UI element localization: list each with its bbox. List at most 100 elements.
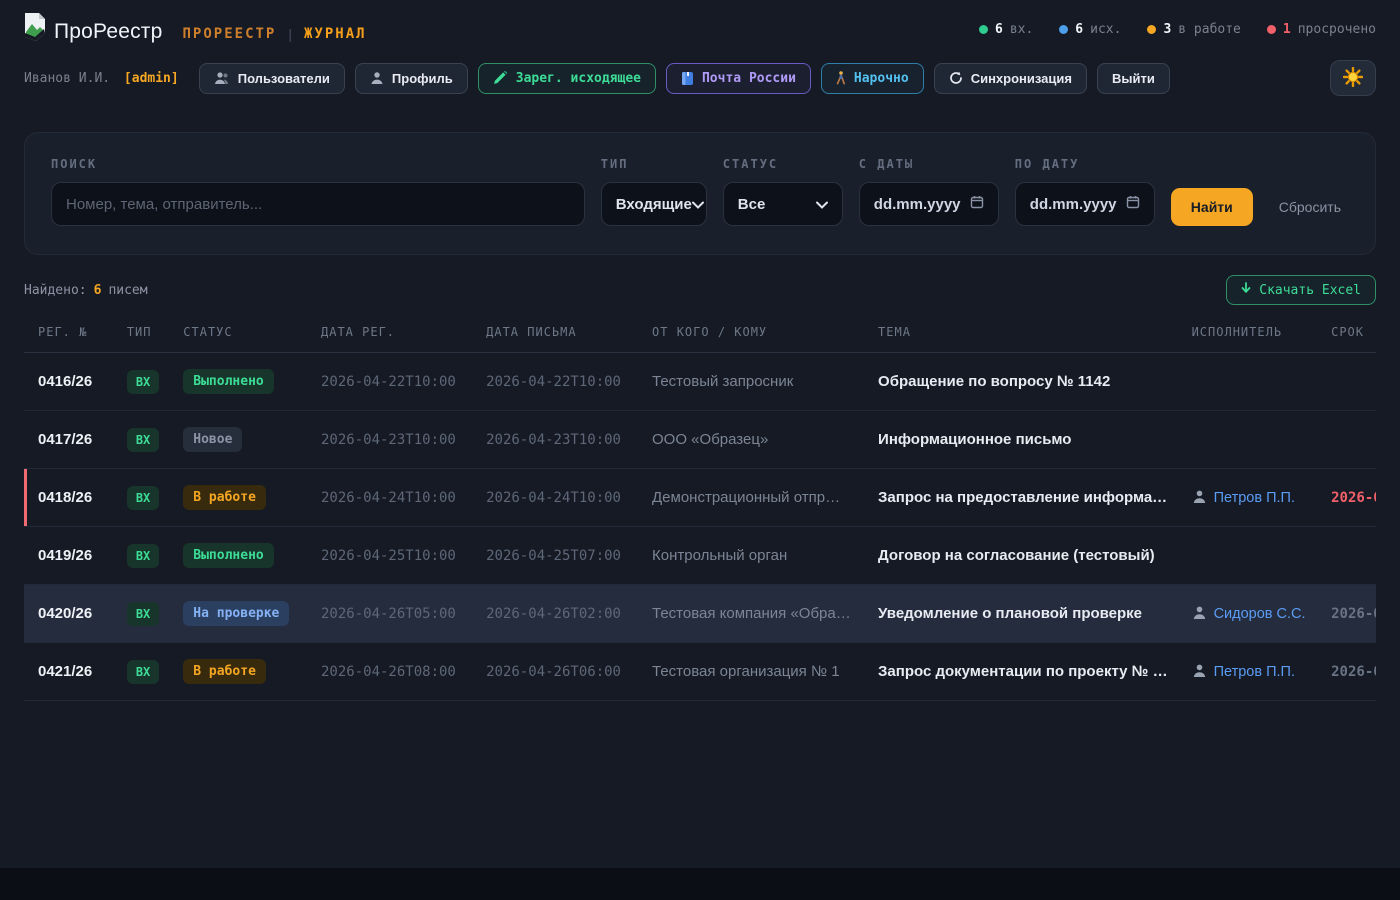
toolbar: Иванов И.И. [admin] Пользователи Профиль… [0, 50, 1400, 96]
topbar: ПроРеестр ПРОРЕЕСТР | ЖУРНАЛ 6 вх. 6 исх… [0, 0, 1400, 50]
stat-in-progress-value: 3 [1163, 22, 1171, 37]
type-badge: ВХ [127, 660, 159, 684]
stat-overdue: 1 просрочено [1267, 22, 1376, 37]
status-field: СТАТУС Все [723, 157, 843, 226]
users-icon [214, 71, 230, 85]
type-label: ТИП [601, 157, 707, 171]
search-label: ПОИСК [51, 157, 585, 171]
date-letter: 2026-04-22T10:00 [472, 353, 638, 411]
reset-button[interactable]: Сбросить [1269, 188, 1351, 226]
subject: Информационное письмо [864, 411, 1178, 469]
user-icon [370, 71, 384, 85]
from-party: Тестовый запросник [638, 353, 864, 411]
status-label: СТАТУС [723, 157, 843, 171]
russian-post-button[interactable]: Почта России [666, 63, 811, 94]
theme-toggle-button[interactable] [1330, 60, 1376, 96]
stat-in-progress-label: в работе [1178, 22, 1241, 37]
results-bar: Найдено: 6 писем Скачать Excel [24, 275, 1376, 305]
executor [1178, 353, 1318, 411]
due-date: 2026-05 [1317, 643, 1376, 701]
stat-overdue-label: просрочено [1298, 22, 1376, 37]
date-from-input[interactable]: dd.mm.yyyy [859, 182, 999, 226]
table-row[interactable]: 0416/26 ВХ Выполнено 2026-04-22T10:00 20… [24, 353, 1376, 411]
date-to-label: ПО ДАТУ [1015, 157, 1155, 171]
sync-button[interactable]: Синхронизация [934, 63, 1087, 94]
date-to-input[interactable]: dd.mm.yyyy [1015, 182, 1155, 226]
table-row-highlighted[interactable]: 0420/26 ВХ На проверке 2026-04-26T05:00 … [24, 585, 1376, 643]
executor-link[interactable]: Сидоров С.С. [1178, 585, 1318, 643]
calendar-icon [970, 195, 984, 213]
person-icon [1192, 663, 1207, 678]
from-party: Тестовая организация № 1 [638, 643, 864, 701]
download-excel-label: Скачать Excel [1259, 283, 1361, 298]
red-dot-icon [1267, 25, 1276, 34]
chevron-down-icon [816, 196, 828, 213]
col-header-reg: РЕГ. № [24, 317, 113, 353]
courier-label: Нарочно [854, 71, 909, 86]
status-select[interactable]: Все [723, 182, 843, 226]
status-badge: На проверке [183, 601, 289, 626]
user-role-badge: [admin] [124, 71, 179, 86]
due-date [1317, 353, 1376, 411]
date-from-field: С ДАТЫ dd.mm.yyyy [859, 157, 999, 226]
table-row[interactable]: 0419/26 ВХ Выполнено 2026-04-25T10:00 20… [24, 527, 1376, 585]
book-icon [681, 71, 694, 86]
from-party: ООО «Образец» [638, 411, 864, 469]
app-root: ПроРеестр ПРОРЕЕСТР | ЖУРНАЛ 6 вх. 6 исх… [0, 0, 1400, 868]
person-icon [1192, 489, 1207, 504]
user-name: Иванов И.И. [24, 71, 110, 86]
header-nav: ПРОРЕЕСТР | ЖУРНАЛ [183, 26, 367, 44]
search-input[interactable] [51, 182, 585, 226]
type-badge: ВХ [127, 602, 159, 626]
russian-post-label: Почта России [702, 71, 796, 86]
subject: Запрос на предоставление информа… [864, 469, 1178, 527]
download-arrow-icon [1241, 282, 1251, 298]
status-badge: Выполнено [183, 543, 273, 568]
stat-outgoing: 6 исх. [1059, 22, 1121, 37]
app-logo-text: ПроРеестр [54, 20, 163, 44]
subject: Уведомление о плановой проверке [864, 585, 1178, 643]
type-badge: ВХ [127, 428, 159, 452]
status-badge: В работе [183, 659, 266, 684]
register-outgoing-button[interactable]: Зарег. исходящее [478, 63, 656, 94]
type-select[interactable]: Входящие [601, 182, 707, 226]
executor-link[interactable]: Петров П.П. [1178, 643, 1318, 701]
stat-incoming: 6 вх. [979, 22, 1033, 37]
due-date [1317, 411, 1376, 469]
reg-number: 0420/26 [24, 585, 113, 643]
sync-button-label: Синхронизация [971, 71, 1072, 86]
col-header-date-reg: ДАТА РЕГ. [307, 317, 472, 353]
page-bottom-gap [0, 868, 1400, 900]
executor [1178, 527, 1318, 585]
type-field: ТИП Входящие [601, 157, 707, 226]
date-letter: 2026-04-26T02:00 [472, 585, 638, 643]
sun-icon [1343, 67, 1363, 90]
executor-link[interactable]: Петров П.П. [1178, 469, 1318, 527]
col-header-subject: ТЕМА [864, 317, 1178, 353]
date-registered: 2026-04-26T08:00 [307, 643, 472, 701]
type-select-value: Входящие [616, 196, 692, 213]
logout-button[interactable]: Выйти [1097, 63, 1170, 94]
found-label: Найдено: [24, 283, 87, 298]
find-button[interactable]: Найти [1171, 188, 1253, 226]
download-excel-button[interactable]: Скачать Excel [1226, 275, 1376, 305]
from-party: Контрольный орган [638, 527, 864, 585]
users-button[interactable]: Пользователи [199, 63, 345, 94]
due-date: 2026-04 [1317, 469, 1376, 527]
courier-button[interactable]: Нарочно [821, 63, 924, 94]
date-registered: 2026-04-23T10:00 [307, 411, 472, 469]
date-letter: 2026-04-25T07:00 [472, 527, 638, 585]
nav-section-journal: ЖУРНАЛ [304, 26, 367, 42]
stat-in-progress: 3 в работе [1147, 22, 1240, 37]
table-row[interactable]: 0417/26 ВХ Новое 2026-04-23T10:00 2026-0… [24, 411, 1376, 469]
executor [1178, 411, 1318, 469]
table-row-overdue[interactable]: 0418/26 ВХ В работе 2026-04-24T10:00 202… [24, 469, 1376, 527]
stat-incoming-label: вх. [1010, 22, 1033, 37]
date-letter: 2026-04-26T06:00 [472, 643, 638, 701]
date-from-value: dd.mm.yyyy [874, 196, 961, 213]
brand: ПроРеестр ПРОРЕЕСТР | ЖУРНАЛ [22, 14, 367, 44]
table-row[interactable]: 0421/26 ВХ В работе 2026-04-26T08:00 202… [24, 643, 1376, 701]
from-party: Демонстрационный отпр… [638, 469, 864, 527]
stat-outgoing-value: 6 [1075, 22, 1083, 37]
profile-button[interactable]: Профиль [355, 63, 468, 94]
